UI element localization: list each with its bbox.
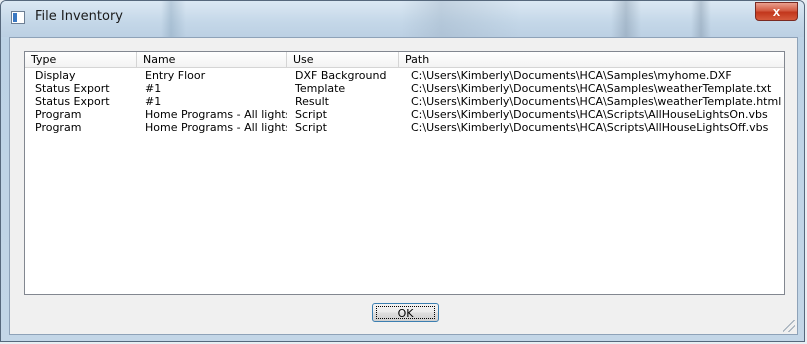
cell-type: Program [35,121,82,134]
column-header-name[interactable]: Name [137,52,287,67]
column-header-type[interactable]: Type [25,52,137,67]
list-row[interactable]: Program Home Programs - All lights Scrip… [25,121,784,134]
cell-use: Script [295,108,327,121]
cell-path: C:\Users\Kimberly\Documents\HCA\Scripts\… [411,108,768,121]
list-header: Type Name Use Path [25,52,784,68]
cell-path: C:\Users\Kimberly\Documents\HCA\Samples\… [411,82,772,95]
column-header-use[interactable]: Use [287,52,399,67]
cell-use: DXF Background [295,69,387,82]
cell-use: Result [295,95,329,108]
cell-type: Status Export [35,82,110,95]
cell-path: C:\Users\Kimberly\Documents\HCA\Samples\… [411,95,782,108]
cell-name: Home Programs - All lights [145,108,287,121]
cell-type: Status Export [35,95,110,108]
cell-use: Script [295,121,327,134]
file-inventory-list[interactable]: Type Name Use Path Display Entry Floor D… [24,51,785,295]
cell-name: Entry Floor [145,69,206,82]
cell-path: C:\Users\Kimberly\Documents\HCA\Samples\… [411,69,732,82]
window-title: File Inventory [35,9,123,24]
window-app-icon[interactable] [11,11,25,24]
resize-grip-icon[interactable] [783,320,795,332]
cell-type: Display [35,69,76,82]
cell-name: #1 [145,82,162,95]
cell-name: #1 [145,95,162,108]
list-row[interactable]: Display Entry Floor DXF Background C:\Us… [25,69,784,82]
list-row[interactable]: Status Export #1 Result C:\Users\Kimberl… [25,95,784,108]
list-row[interactable]: Program Home Programs - All lights Scrip… [25,108,784,121]
title-bar[interactable]: File Inventory x [1,1,804,37]
column-header-path[interactable]: Path [399,52,786,67]
cell-name: Home Programs - All lights [145,121,287,134]
file-inventory-window: File Inventory x Type Name Use Path Disp… [0,0,805,342]
cell-type: Program [35,108,82,121]
cell-path: C:\Users\Kimberly\Documents\HCA\Scripts\… [411,121,769,134]
close-icon[interactable]: x [755,2,798,21]
list-row[interactable]: Status Export #1 Template C:\Users\Kimbe… [25,82,784,95]
ok-button-label: OK [376,306,435,320]
cell-use: Template [295,82,346,95]
ok-button[interactable]: OK [372,303,439,322]
